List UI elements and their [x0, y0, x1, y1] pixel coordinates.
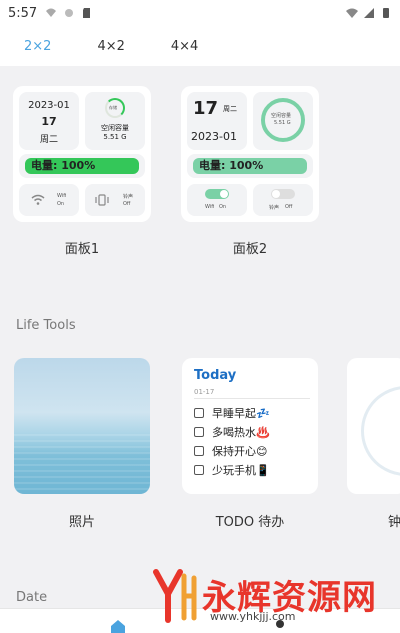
todo-item[interactable]: 早睡早起💤	[194, 405, 270, 421]
checkbox[interactable]	[194, 408, 204, 418]
wifi-state: On	[57, 201, 65, 207]
photo-label: 照片	[68, 515, 95, 530]
battery-text: 电量: 100%	[31, 159, 96, 172]
storage-label: 空闲容量	[271, 113, 292, 119]
sea-image	[14, 434, 150, 494]
ringer-state: Off	[285, 204, 293, 210]
storage-value: 5.51 G	[103, 133, 127, 141]
date-text: 2023-01	[191, 130, 237, 143]
widget-gallery: 2023-01 17 周二 存储 空闲容量 5.51 G 电量: 100% Wi…	[0, 66, 400, 608]
date-cell: 2023-01 17 周二	[19, 92, 79, 150]
section-life-tools: Life Tools	[16, 318, 76, 333]
watermark-url: www.yhkjjj.com	[210, 610, 296, 623]
tab-4x4[interactable]: 4×4	[171, 39, 198, 54]
todo-item-text: 多喝热水♨️	[212, 426, 270, 439]
ringer-label: 铃声	[269, 205, 280, 211]
storage-label: 空闲容量	[101, 124, 129, 132]
todo-label: TODO 待办	[215, 515, 285, 530]
weekday-text: 周二	[223, 105, 237, 113]
todo-item-text: 保持开心😊	[212, 445, 268, 458]
vibrate-icon	[95, 194, 109, 206]
photo-widget[interactable]	[14, 358, 150, 494]
wifi-label: Wifi	[205, 204, 215, 210]
panel-2-label: 面板2	[232, 242, 268, 257]
watermark: 永辉资源网 www.yhkjjj.com	[150, 568, 400, 628]
wifi-toggle[interactable]: Wifi On	[187, 184, 247, 216]
tab-4x2[interactable]: 4×2	[97, 39, 124, 54]
wifi-state: On	[219, 204, 227, 210]
clock-face	[361, 386, 400, 476]
battery-bar: 电量: 100%	[19, 154, 145, 178]
checkbox[interactable]	[194, 427, 204, 437]
ringer-label: 铃声	[123, 194, 134, 200]
todo-item-text: 少玩手机📱	[212, 464, 270, 477]
status-time: 5:57	[8, 5, 38, 21]
storage-cell: 空闲容量 5.51 G	[253, 92, 313, 150]
ringer-toggle[interactable]: 铃声 Off	[85, 184, 145, 216]
todo-item[interactable]: 少玩手机📱	[194, 462, 270, 478]
status-bar: 5:57	[0, 0, 400, 26]
date-text: 2023-01	[28, 100, 70, 111]
clock-label: 钟	[388, 515, 400, 530]
day-number: 17	[41, 115, 57, 128]
ringer-switch-off	[271, 189, 295, 199]
todo-item[interactable]: 保持开心😊	[194, 443, 267, 459]
wifi-switch-on	[205, 189, 229, 199]
watermark-logo-icon	[153, 569, 197, 623]
size-tab-bar: 2×2 4×2 4×4	[0, 26, 400, 66]
cloud-status-icon	[65, 9, 74, 17]
storage-ring-icon: 存储	[105, 98, 125, 118]
wifi-label: Wifi	[57, 193, 67, 199]
ringer-state: Off	[123, 201, 131, 207]
weekday-text: 周二	[39, 135, 58, 145]
checkbox[interactable]	[194, 446, 204, 456]
todo-date: 01-17	[194, 388, 215, 396]
wifi-signal-icon	[346, 8, 358, 18]
panel-1-widget[interactable]: 2023-01 17 周二 存储 空闲容量 5.51 G 电量: 100% Wi…	[13, 86, 151, 222]
sd-card-icon	[83, 8, 91, 18]
storage-cell: 存储 空闲容量 5.51 G	[85, 92, 145, 150]
panel-1-label: 面板1	[64, 242, 100, 257]
battery-text: 电量: 100%	[199, 159, 264, 172]
battery-icon	[383, 8, 389, 18]
checkbox[interactable]	[194, 465, 204, 475]
todo-item-text: 早睡早起💤	[212, 407, 270, 420]
day-number: 17	[193, 98, 219, 119]
wifi-status-icon	[46, 8, 57, 17]
home-icon[interactable]	[110, 619, 126, 633]
todo-widget[interactable]: Today 01-17 早睡早起💤 多喝热水♨️ 保持开心😊 少玩手机📱	[182, 358, 318, 494]
todo-item[interactable]: 多喝热水♨️	[194, 424, 270, 440]
cell-signal-icon	[364, 8, 374, 18]
todo-title: Today	[194, 368, 237, 383]
section-date: Date	[16, 590, 48, 605]
todo-divider	[194, 398, 310, 399]
wifi-toggle[interactable]: Wifi On	[19, 184, 79, 216]
clock-widget[interactable]	[347, 358, 400, 494]
date-cell: 17 周二 2023-01	[187, 92, 247, 150]
storage-ring-label: 存储	[109, 105, 117, 110]
storage-ring-icon: 空闲容量 5.51 G	[261, 98, 305, 142]
wifi-icon	[31, 194, 45, 205]
tab-2x2[interactable]: 2×2	[24, 39, 51, 54]
ringer-toggle[interactable]: 铃声 Off	[253, 184, 313, 216]
panel-2-widget[interactable]: 17 周二 2023-01 空闲容量 5.51 G 电量: 100% Wifi …	[181, 86, 319, 222]
storage-value: 5.51 G	[274, 120, 291, 126]
battery-bar: 电量: 100%	[187, 154, 313, 178]
